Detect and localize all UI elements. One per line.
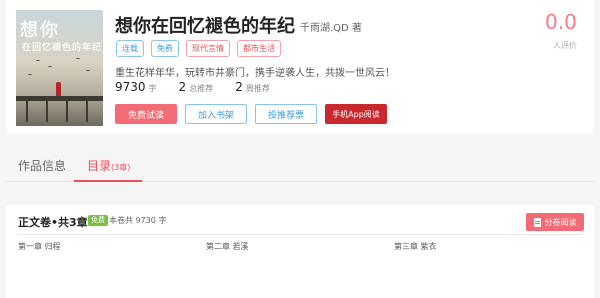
cover-title-text: 想你 — [20, 20, 60, 41]
volume-word-count: 本卷共 9730 字 — [109, 216, 167, 225]
tab-catalog-label: 目录 — [87, 159, 112, 173]
chapter-list: 第一章 归程 第二章 若溪 第三章 紫衣 — [18, 241, 582, 252]
tag-status[interactable]: 连载 — [116, 40, 144, 57]
pier-leg — [26, 100, 28, 122]
rating-score: 0.0 — [545, 10, 577, 34]
word-count-value: 9730 — [115, 80, 146, 94]
weekly-recommend-unit: 周推荐 — [245, 84, 270, 93]
tag-category[interactable]: 现代言情 — [186, 40, 230, 57]
word-count-unit: 字 — [148, 84, 157, 93]
tab-catalog-count: (3章) — [111, 163, 131, 172]
tag-subcategory[interactable]: 都市生活 — [237, 40, 281, 57]
volume-read-button[interactable]: 分卷阅读 — [526, 213, 584, 231]
total-recommend-unit: 总推荐 — [189, 84, 214, 93]
volume-title: 正文卷•共3章 — [18, 216, 88, 229]
vote-button[interactable]: 投推荐票 — [255, 104, 317, 124]
chapter-link[interactable]: 第一章 归程 — [18, 241, 206, 252]
divider — [18, 234, 582, 235]
book-title: 想你在回忆褪色的年纪 — [115, 16, 295, 37]
book-description: 重生花样年华，玩转市井豪门，携手逆袭人生，共拨一世风云！ — [115, 68, 395, 79]
add-shelf-button[interactable]: 加入书架 — [185, 104, 247, 124]
cover-subtitle-text: 在回忆褪色的年纪 — [22, 43, 103, 53]
chapter-link[interactable]: 第三章 紫衣 — [394, 241, 582, 252]
pier-leg — [66, 100, 68, 122]
pier-leg — [46, 100, 48, 122]
bird-icon — [86, 70, 90, 72]
pier — [16, 96, 103, 101]
free-badge: 免费 — [88, 215, 108, 226]
volume-section: 正文卷•共3章 免费 本卷共 9730 字 分卷阅读 第一章 归程 第二章 若溪… — [6, 205, 594, 298]
bird-icon — [28, 74, 32, 76]
book-cover[interactable]: 想你 在回忆褪色的年纪 — [16, 10, 103, 126]
tab-bar: 作品信息 目录(3章) — [6, 150, 594, 182]
tab-info[interactable]: 作品信息 — [18, 157, 66, 174]
tab-catalog[interactable]: 目录(3章) — [74, 150, 142, 182]
weekly-recommend-value: 2 — [235, 80, 243, 94]
book-stats: 9730 字 2 总推荐 2 周推荐 — [115, 80, 292, 94]
figure-silhouette — [56, 82, 61, 96]
total-recommend-value: 2 — [178, 80, 187, 94]
tag-free[interactable]: 免费 — [151, 40, 179, 57]
free-read-button[interactable]: 免费试读 — [115, 104, 177, 124]
document-icon — [533, 217, 541, 227]
pier-leg — [86, 100, 88, 122]
bird-icon — [48, 66, 52, 68]
rating-label: 人评价 — [553, 41, 577, 50]
app-read-button[interactable]: 手机App阅读 — [325, 104, 387, 124]
action-buttons: 免费试读 加入书架 投推荐票 手机App阅读 — [115, 104, 387, 124]
tag-list: 连载 免费 现代言情 都市生活 — [116, 40, 281, 57]
volume-read-label: 分卷阅读 — [544, 217, 577, 227]
bird-icon — [76, 58, 80, 60]
book-author[interactable]: 千雨湖.QD 著 — [300, 19, 362, 34]
bird-icon — [36, 60, 40, 62]
chapter-link[interactable]: 第二章 若溪 — [206, 241, 394, 252]
